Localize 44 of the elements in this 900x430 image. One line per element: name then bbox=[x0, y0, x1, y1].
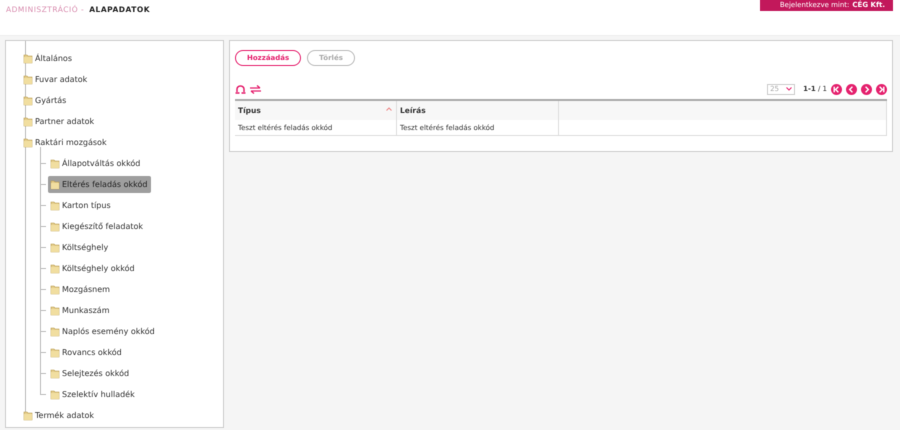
tree-item[interactable]: Állapotváltás okkód bbox=[48, 155, 144, 172]
tree-item[interactable]: Naplós esemény okkód bbox=[48, 323, 159, 340]
tree-item[interactable]: Partner adatok bbox=[21, 113, 98, 130]
sort-caret-icon bbox=[386, 107, 392, 111]
folder-icon bbox=[23, 410, 33, 421]
tree-item[interactable]: Termék adatok bbox=[21, 407, 98, 424]
tree-item[interactable]: Munkaszám bbox=[48, 302, 114, 319]
first-icon[interactable] bbox=[831, 84, 842, 94]
tree-item[interactable]: Általános bbox=[21, 50, 76, 67]
swap-arrows-icon[interactable] bbox=[250, 84, 261, 94]
chevron-down-icon bbox=[786, 87, 792, 91]
tree-item[interactable]: Költséghely bbox=[48, 239, 112, 256]
folder-icon bbox=[50, 326, 60, 337]
tree-item[interactable]: Szelektív hulladék bbox=[48, 386, 139, 403]
tree-item[interactable]: Gyártás bbox=[21, 92, 70, 109]
folder-icon bbox=[23, 74, 33, 85]
folder-icon bbox=[50, 158, 60, 169]
folder-icon bbox=[50, 389, 60, 400]
tree-item[interactable]: Költséghely okkód bbox=[48, 260, 139, 277]
tree-item[interactable]: Rovancs okkód bbox=[48, 344, 126, 361]
tree-item[interactable]: Karton típus bbox=[48, 197, 115, 214]
tree-item[interactable]: Eltérés feladás okkód bbox=[48, 176, 152, 193]
folder-icon bbox=[50, 221, 60, 232]
tree-item[interactable]: Mozgásnem bbox=[48, 281, 114, 298]
folder-icon bbox=[23, 95, 33, 106]
next-icon[interactable] bbox=[861, 84, 872, 94]
folder-icon bbox=[50, 179, 60, 190]
last-icon[interactable] bbox=[876, 84, 887, 94]
tree-item[interactable]: Kiegészítő feladatok bbox=[48, 218, 148, 235]
folder-icon bbox=[50, 284, 60, 295]
tree-item[interactable]: Raktári mozgások bbox=[21, 134, 111, 151]
folder-icon bbox=[23, 53, 33, 64]
refresh-icon[interactable] bbox=[235, 84, 246, 94]
prev-icon[interactable] bbox=[846, 84, 857, 94]
folder-icon bbox=[23, 137, 33, 148]
folder-icon bbox=[50, 305, 60, 316]
folder-icon bbox=[23, 116, 33, 127]
folder-icon bbox=[50, 368, 60, 379]
folder-icon bbox=[50, 263, 60, 274]
folder-icon bbox=[50, 200, 60, 211]
folder-icon bbox=[50, 347, 60, 358]
tree-item[interactable]: Selejtezés okkód bbox=[48, 365, 134, 382]
folder-icon bbox=[50, 242, 60, 253]
tree-item[interactable]: Fuvar adatok bbox=[21, 71, 92, 88]
